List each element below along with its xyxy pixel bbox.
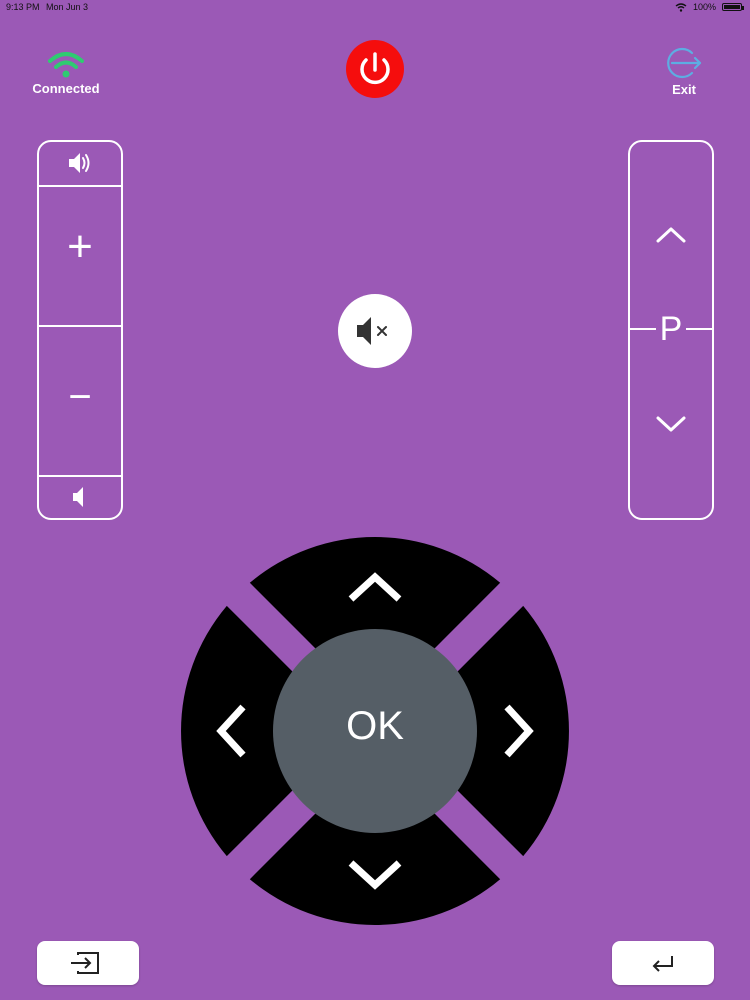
back-button[interactable] <box>612 941 714 985</box>
ok-button[interactable] <box>273 629 477 833</box>
battery-percent: 100% <box>692 2 716 12</box>
speaker-quiet-icon <box>73 487 83 507</box>
input-source-icon <box>71 952 99 974</box>
input-source-button[interactable] <box>37 941 139 985</box>
channel-up-button[interactable] <box>630 142 712 328</box>
channel-control: P <box>628 140 714 520</box>
connection-status: Connected <box>30 50 102 96</box>
mute-button[interactable] <box>338 294 412 368</box>
status-date: Mon Jun 3 <box>46 2 89 12</box>
volume-down-button[interactable]: − <box>39 327 121 475</box>
connection-label: Connected <box>32 81 100 96</box>
volume-up-button[interactable]: + <box>39 187 121 325</box>
return-icon <box>652 956 673 972</box>
volume-up-top[interactable] <box>39 142 121 185</box>
status-right: 100% <box>675 2 744 12</box>
volume-plus-label: + <box>67 222 93 271</box>
chevron-up-icon <box>656 227 686 243</box>
mute-icon <box>357 317 387 345</box>
exit-button[interactable]: Exit <box>655 46 713 97</box>
battery-icon <box>722 3 744 11</box>
channel-down-button[interactable] <box>630 330 712 518</box>
speaker-loud-icon <box>69 153 90 173</box>
volume-control: + − <box>37 140 123 520</box>
wifi-icon <box>48 52 84 78</box>
volume-down-bottom[interactable] <box>39 477 121 518</box>
power-icon <box>360 52 390 85</box>
exit-icon <box>667 47 702 79</box>
status-bar: 9:13 PM Mon Jun 3 100% <box>0 0 750 16</box>
power-button[interactable] <box>346 40 404 98</box>
chevron-down-icon <box>656 416 686 432</box>
dpad <box>181 537 569 925</box>
status-time: 9:13 PM <box>6 2 40 12</box>
volume-minus-label: − <box>68 375 92 419</box>
exit-label: Exit <box>672 82 696 97</box>
status-wifi-icon <box>675 2 687 12</box>
